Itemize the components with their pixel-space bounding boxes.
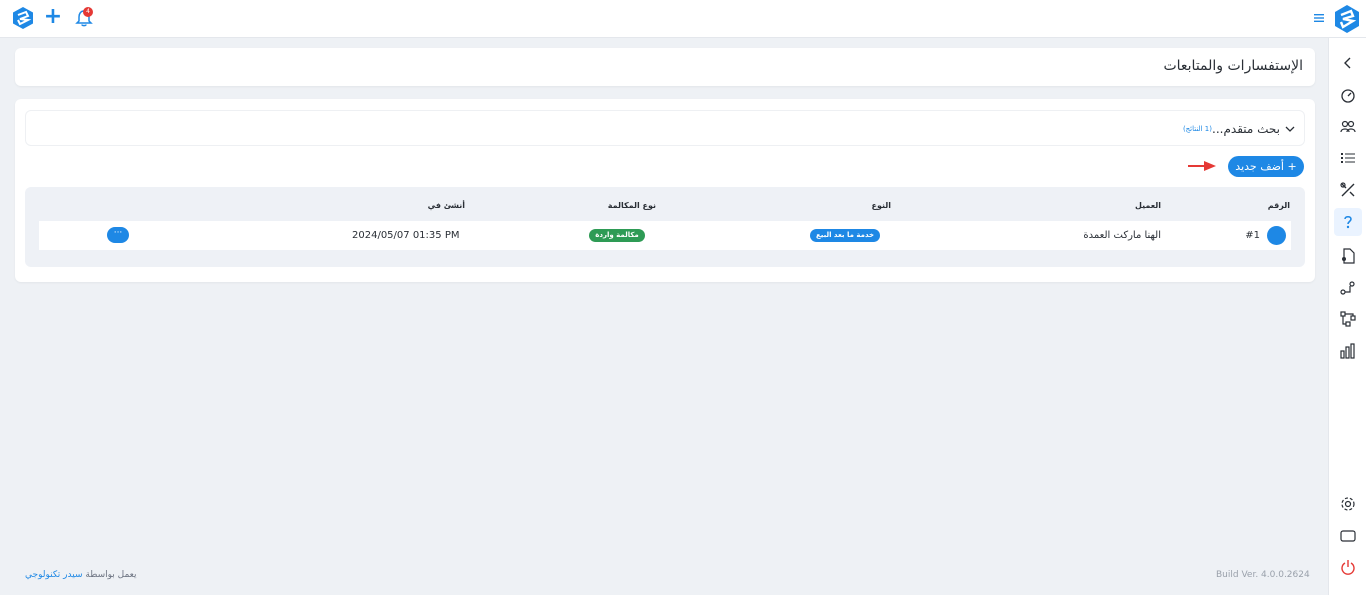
row-created-at: 2024/05/07 01:35 PM (352, 230, 460, 241)
column-header-number[interactable]: الرقم (1268, 201, 1290, 210)
bar-chart-icon[interactable] (1340, 343, 1356, 359)
column-header-type[interactable]: النوع (872, 201, 892, 210)
top-bar: + 4 (0, 0, 1366, 38)
advanced-search-panel[interactable]: بحث متقدم... (1 النتائج) (25, 110, 1305, 146)
hamburger-menu-icon[interactable] (1312, 11, 1326, 25)
sidebar (1328, 38, 1366, 595)
column-header-created-at[interactable]: أنشئ في (428, 201, 465, 210)
row-actions-button[interactable]: ··· (107, 227, 129, 243)
table-row[interactable]: #1 الهنا ماركت العمدة خدمة ما بعد البيع … (39, 221, 1291, 250)
row-client: الهنا ماركت العمدة (1083, 230, 1161, 241)
inquiries-icon[interactable] (1340, 214, 1356, 230)
add-new-button[interactable]: + أضف جديد (1228, 156, 1304, 177)
avatar (1267, 226, 1286, 245)
call-type-badge: مكالمة واردة (589, 229, 645, 242)
route-icon[interactable] (1340, 280, 1356, 296)
document-user-icon[interactable] (1340, 248, 1356, 264)
arrow-pointer-icon (1188, 161, 1216, 171)
powered-by: يعمل بواسطة سيدر تكنولوجي (25, 570, 137, 580)
app-logo-icon[interactable] (13, 7, 33, 29)
chevron-left-icon[interactable] (1340, 55, 1356, 71)
page-title: الإستفسارات والمتابعات (1163, 58, 1303, 74)
build-version: Build Ver. 4.0.0.2624 (1216, 570, 1310, 580)
advanced-search-toggle[interactable]: بحث متقدم... (1212, 122, 1280, 136)
results-count: (1 النتائج) (1182, 125, 1212, 133)
list-icon[interactable] (1340, 150, 1356, 166)
dashboard-gauge-icon[interactable] (1340, 87, 1356, 103)
users-icon[interactable] (1340, 119, 1356, 135)
powered-by-label: يعمل بواسطة (85, 570, 137, 580)
tools-icon[interactable] (1340, 182, 1356, 198)
brand-logo-icon[interactable] (1335, 5, 1359, 33)
column-header-client[interactable]: العميل (1135, 201, 1161, 210)
page-header-card: الإستفسارات والمتابعات (15, 48, 1315, 86)
column-header-call-type[interactable]: نوع المكالمة (608, 201, 656, 210)
screen-icon[interactable] (1340, 528, 1356, 544)
main-content-card: بحث متقدم... (1 النتائج) + أضف جديد الرق… (15, 99, 1315, 282)
hierarchy-icon[interactable] (1340, 311, 1356, 327)
notification-badge: 4 (83, 7, 93, 17)
add-quick-button[interactable]: + (42, 6, 64, 30)
type-badge: خدمة ما بعد البيع (810, 229, 880, 242)
settings-gear-icon[interactable] (1340, 496, 1356, 512)
power-icon[interactable] (1340, 559, 1356, 575)
inquiries-table: الرقم العميل النوع نوع المكالمة أنشئ في … (25, 187, 1305, 267)
row-number: #1 (1245, 230, 1260, 241)
chevron-down-icon[interactable] (1284, 123, 1296, 135)
powered-by-brand-link[interactable]: سيدر تكنولوجي (25, 570, 83, 580)
